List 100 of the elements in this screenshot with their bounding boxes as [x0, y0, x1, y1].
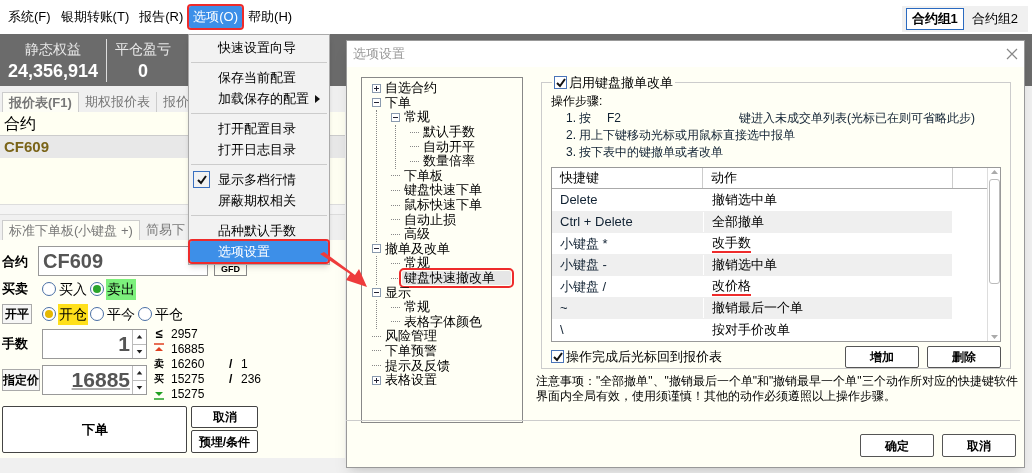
tree-item[interactable]: 数量倍率 — [421, 154, 477, 169]
table-cell-text: 撤销选中单 — [712, 191, 777, 210]
price-type-button[interactable]: 指定价 — [2, 369, 40, 391]
tree-item[interactable]: 表格字体颜色 — [402, 314, 484, 329]
menu-option[interactable]: 显示多档行情 — [190, 169, 328, 190]
collapse-icon[interactable] — [372, 244, 381, 254]
tree-item[interactable]: 撤单及改单 — [383, 241, 452, 256]
conditional-order-button[interactable]: 预埋/条件 — [191, 430, 258, 453]
tree-item[interactable]: 高级 — [402, 227, 432, 242]
vertical-scrollbar[interactable] — [987, 167, 1000, 341]
group-tab[interactable]: 合约组1 — [905, 8, 964, 30]
table-cell-text: Ctrl + Delete — [559, 212, 634, 231]
close-icon[interactable] — [1006, 48, 1018, 60]
expand-icon[interactable] — [372, 375, 381, 385]
tree-item[interactable]: 常规 — [402, 256, 432, 271]
add-button[interactable]: 增加 — [845, 345, 919, 368]
tree-item[interactable]: 自动开平 — [421, 139, 477, 154]
ok-button[interactable]: 确定 — [860, 434, 934, 457]
table-cell-text: Delete — [559, 191, 599, 210]
tree-item[interactable]: 显示 — [383, 285, 413, 300]
offset-button[interactable]: 开平 — [2, 304, 32, 324]
cancel-button[interactable]: 取消 — [191, 406, 258, 428]
step-number: 3. — [566, 143, 576, 161]
radio-label[interactable]: 平仓 — [154, 303, 184, 325]
submenu-arrow-icon — [315, 94, 320, 103]
collapse-icon[interactable] — [372, 288, 381, 298]
quote-mark: ≤ — [155, 324, 163, 343]
column-header[interactable]: 动作 — [703, 168, 953, 188]
checkbox-label[interactable]: 启用键盘撤单改单 — [569, 73, 673, 93]
tree-item[interactable]: 键盘快速下单 — [402, 183, 484, 198]
summary-label: 平仓盈亏 — [115, 39, 172, 59]
collapse-icon[interactable] — [372, 98, 381, 108]
expand-icon[interactable] — [372, 83, 381, 93]
tree-item[interactable]: 下单板 — [402, 168, 445, 183]
group-tab[interactable]: 合约组2 — [965, 8, 1024, 30]
delete-button[interactable]: 删除 — [927, 345, 1001, 368]
tree-item[interactable]: 风险管理 — [383, 329, 439, 344]
radio-button[interactable] — [138, 307, 152, 321]
menu-option[interactable]: 打开日志目录 — [190, 139, 328, 160]
radio-button[interactable] — [90, 282, 104, 296]
quote-mark: 买 — [154, 372, 164, 386]
tree-item[interactable]: 提示及反馈 — [383, 358, 452, 373]
menu-item[interactable]: 银期转账(T) — [56, 6, 134, 28]
column-header: 合约 — [4, 113, 36, 134]
table-cell-text: 撤销最后一个单 — [712, 299, 803, 318]
menu-item[interactable]: 系统(F) — [4, 6, 55, 28]
price-spinner[interactable]: 16885 — [42, 365, 147, 395]
cancel-button[interactable]: 取消 — [942, 434, 1016, 457]
menu-item[interactable]: 报告(R) — [135, 6, 188, 28]
radio-label[interactable]: 开仓 — [58, 303, 88, 325]
column-header[interactable]: 快捷键 — [552, 168, 703, 188]
quote-volume: 236 — [241, 370, 262, 388]
checkbox[interactable] — [554, 76, 567, 90]
submit-order-button[interactable]: 下单 — [2, 406, 187, 453]
quote-price: 16885 — [170, 340, 206, 358]
table-cell-text: 小键盘 - — [559, 256, 608, 275]
callout-arrow — [318, 252, 368, 288]
menu-option[interactable]: 品种默认手数 — [190, 220, 328, 241]
radio-button[interactable] — [42, 307, 56, 321]
tree-item[interactable]: 表格设置 — [383, 373, 439, 388]
menu-option[interactable]: 屏蔽期权相关 — [190, 190, 328, 211]
tree-item[interactable]: 自动止损 — [402, 212, 458, 227]
steps-heading: 操作步骤: — [551, 92, 604, 110]
tree-item[interactable]: 下单预警 — [383, 344, 439, 358]
menu-option[interactable]: 打开配置目录 — [190, 118, 328, 139]
step-text: F2 — [607, 109, 623, 127]
quote-slash: / — [229, 355, 234, 373]
quote-price: 15275 — [170, 385, 206, 403]
tree-item[interactable]: 常规 — [402, 110, 432, 125]
radio-label[interactable]: 卖出 — [106, 278, 136, 300]
menu-item[interactable]: 帮助(H) — [244, 6, 297, 28]
collapse-icon[interactable] — [391, 113, 400, 122]
radio-button[interactable] — [42, 282, 56, 296]
tree-item[interactable]: 下单 — [383, 95, 413, 110]
radio-label[interactable]: 买入 — [58, 278, 88, 300]
menu-option[interactable]: 保存当前配置 — [190, 67, 328, 88]
order-tab[interactable]: 标准下单板(小键盘 +) — [2, 220, 140, 240]
table-cell-text: 小键盘 * — [559, 234, 609, 253]
summary-value: 24,356,914 — [8, 59, 99, 82]
order-tab[interactable]: 简易下 — [139, 220, 191, 240]
check-icon — [193, 171, 210, 188]
radio-label[interactable]: 平今 — [106, 303, 136, 325]
radio-button[interactable] — [90, 307, 104, 321]
step-number: 1. — [566, 109, 576, 127]
quantity-spinner[interactable]: 1 — [42, 329, 147, 359]
checkbox-label[interactable]: 操作完成后光标回到报价表 — [566, 346, 722, 367]
table-cell-text: \ — [559, 320, 565, 339]
tree-item[interactable]: 默认手数 — [421, 125, 477, 140]
table-cell-text: 按对手价改单 — [712, 320, 790, 339]
contract-field[interactable]: CF609 — [38, 246, 208, 276]
menu-option[interactable]: 快速设置向导 — [190, 37, 328, 58]
tree-item[interactable]: 键盘快速撤改单 — [402, 271, 511, 285]
summary-label: 静态权益 — [25, 39, 82, 59]
checkbox[interactable] — [551, 350, 564, 363]
summary-value: 0 — [138, 59, 149, 82]
field-label: 手数 — [2, 335, 29, 354]
tree-item[interactable]: 自选合约 — [383, 81, 439, 96]
tree-item[interactable]: 常规 — [402, 300, 432, 315]
quote-tab[interactable]: 报价表(F1) — [2, 92, 79, 112]
tree-item[interactable]: 鼠标快速下单 — [402, 198, 484, 213]
